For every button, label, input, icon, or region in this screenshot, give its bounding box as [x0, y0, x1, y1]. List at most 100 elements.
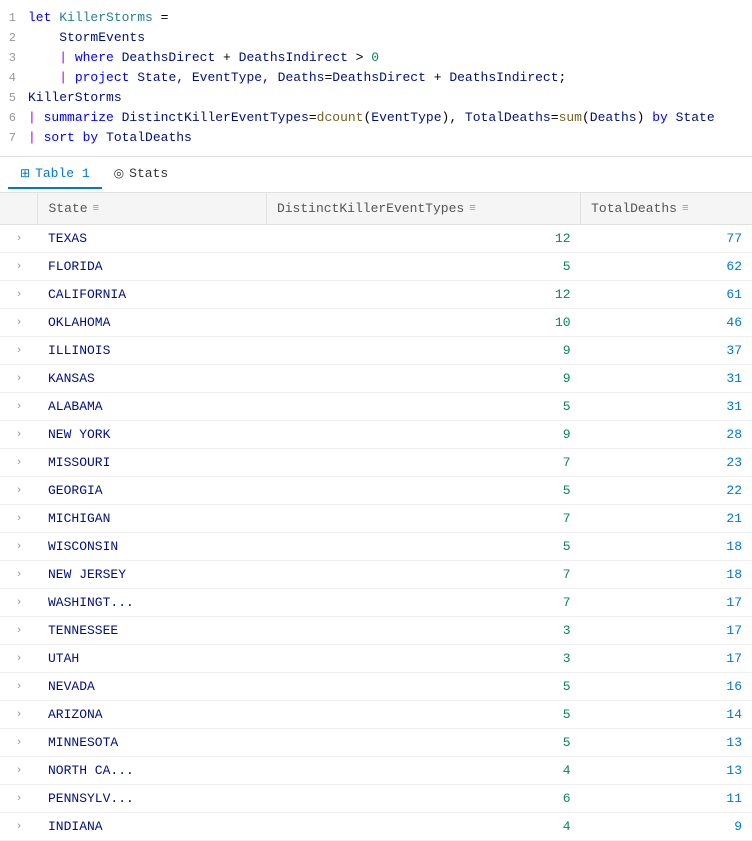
distinct-sort-icon[interactable]: ≡	[469, 203, 476, 215]
table-row: ›KANSAS931	[0, 365, 752, 393]
cell-state-14: TENNESSEE	[38, 617, 266, 645]
cell-total-5: 31	[581, 365, 752, 393]
table-row: ›NORTH CA...413	[0, 757, 752, 785]
total-col-header[interactable]: TotalDeaths ≡	[581, 193, 752, 225]
cell-state-9: GEORGIA	[38, 477, 266, 505]
table-row: ›CALIFORNIA1261	[0, 281, 752, 309]
line-number-7: 7	[0, 128, 28, 148]
line-number-2: 2	[0, 28, 28, 48]
table-row: ›NEVADA516	[0, 673, 752, 701]
cell-distinct-21: 4	[266, 813, 580, 841]
line-content-4: | project State, EventType, Deaths=Death…	[28, 68, 752, 88]
cell-distinct-10: 7	[266, 505, 580, 533]
row-expander-3[interactable]: ›	[0, 309, 38, 337]
total-col-label: TotalDeaths	[591, 201, 677, 216]
cell-total-6: 31	[581, 393, 752, 421]
results-table: State ≡ DistinctKillerEventTypes ≡ Total…	[0, 193, 752, 841]
row-expander-11[interactable]: ›	[0, 533, 38, 561]
table-row: ›NEW JERSEY718	[0, 561, 752, 589]
tab-stats[interactable]: ◎Stats	[102, 160, 181, 189]
table-row: ›FLORIDA562	[0, 253, 752, 281]
table-container: State ≡ DistinctKillerEventTypes ≡ Total…	[0, 193, 752, 841]
tab-label-0: Table 1	[35, 166, 90, 181]
row-expander-19[interactable]: ›	[0, 757, 38, 785]
table-row: ›MINNESOTA513	[0, 729, 752, 757]
cell-total-4: 37	[581, 337, 752, 365]
cell-distinct-12: 7	[266, 561, 580, 589]
row-expander-15[interactable]: ›	[0, 645, 38, 673]
table-row: ›MISSOURI723	[0, 449, 752, 477]
code-line-5: 5KillerStorms	[0, 88, 752, 108]
table-row: ›TEXAS1277	[0, 225, 752, 253]
row-expander-16[interactable]: ›	[0, 673, 38, 701]
cell-distinct-18: 5	[266, 729, 580, 757]
code-line-3: 3 | where DeathsDirect + DeathsIndirect …	[0, 48, 752, 68]
state-sort-icon[interactable]: ≡	[93, 203, 100, 215]
cell-distinct-14: 3	[266, 617, 580, 645]
cell-distinct-5: 9	[266, 365, 580, 393]
row-expander-10[interactable]: ›	[0, 505, 38, 533]
cell-state-11: WISCONSIN	[38, 533, 266, 561]
table-row: ›INDIANA49	[0, 813, 752, 841]
line-content-3: | where DeathsDirect + DeathsIndirect > …	[28, 48, 752, 68]
cell-distinct-8: 7	[266, 449, 580, 477]
tab-table-1[interactable]: ⊞ Table 1	[8, 160, 102, 189]
row-expander-1[interactable]: ›	[0, 253, 38, 281]
tab-label-1: Stats	[129, 166, 168, 181]
distinct-col-header[interactable]: DistinctKillerEventTypes ≡	[266, 193, 580, 225]
row-expander-8[interactable]: ›	[0, 449, 38, 477]
cell-distinct-6: 5	[266, 393, 580, 421]
code-line-1: 1let KillerStorms =	[0, 8, 752, 28]
cell-total-7: 28	[581, 421, 752, 449]
table-row: ›WISCONSIN518	[0, 533, 752, 561]
row-expander-12[interactable]: ›	[0, 561, 38, 589]
row-expander-13[interactable]: ›	[0, 589, 38, 617]
cell-total-13: 17	[581, 589, 752, 617]
cell-total-3: 46	[581, 309, 752, 337]
table-row: ›ARIZONA514	[0, 701, 752, 729]
row-expander-9[interactable]: ›	[0, 477, 38, 505]
row-expander-7[interactable]: ›	[0, 421, 38, 449]
line-number-6: 6	[0, 108, 28, 128]
cell-total-18: 13	[581, 729, 752, 757]
table-row: ›ILLINOIS937	[0, 337, 752, 365]
cell-total-21: 9	[581, 813, 752, 841]
cell-total-10: 21	[581, 505, 752, 533]
cell-distinct-2: 12	[266, 281, 580, 309]
row-expander-18[interactable]: ›	[0, 729, 38, 757]
cell-total-19: 13	[581, 757, 752, 785]
table-row: ›TENNESSEE317	[0, 617, 752, 645]
cell-state-8: MISSOURI	[38, 449, 266, 477]
line-content-5: KillerStorms	[28, 88, 752, 108]
cell-distinct-9: 5	[266, 477, 580, 505]
cell-total-0: 77	[581, 225, 752, 253]
tabs-bar: ⊞ Table 1 ◎Stats	[0, 157, 752, 193]
cell-state-16: NEVADA	[38, 673, 266, 701]
cell-state-15: UTAH	[38, 645, 266, 673]
code-line-2: 2 StormEvents	[0, 28, 752, 48]
state-col-header[interactable]: State ≡	[38, 193, 266, 225]
tab-icon-0: ⊞	[20, 166, 30, 181]
row-expander-0[interactable]: ›	[0, 225, 38, 253]
row-expander-4[interactable]: ›	[0, 337, 38, 365]
table-header: State ≡ DistinctKillerEventTypes ≡ Total…	[0, 193, 752, 225]
cell-state-6: ALABAMA	[38, 393, 266, 421]
row-expander-2[interactable]: ›	[0, 281, 38, 309]
total-sort-icon[interactable]: ≡	[682, 203, 689, 215]
cell-total-20: 11	[581, 785, 752, 813]
row-expander-5[interactable]: ›	[0, 365, 38, 393]
cell-total-9: 22	[581, 477, 752, 505]
row-expander-17[interactable]: ›	[0, 701, 38, 729]
row-expander-14[interactable]: ›	[0, 617, 38, 645]
table-row: ›GEORGIA522	[0, 477, 752, 505]
cell-total-12: 18	[581, 561, 752, 589]
cell-total-17: 14	[581, 701, 752, 729]
cell-distinct-13: 7	[266, 589, 580, 617]
cell-state-10: MICHIGAN	[38, 505, 266, 533]
row-expander-6[interactable]: ›	[0, 393, 38, 421]
cell-state-21: INDIANA	[38, 813, 266, 841]
cell-state-2: CALIFORNIA	[38, 281, 266, 309]
row-expander-21[interactable]: ›	[0, 813, 38, 841]
row-expander-20[interactable]: ›	[0, 785, 38, 813]
line-number-1: 1	[0, 8, 28, 28]
